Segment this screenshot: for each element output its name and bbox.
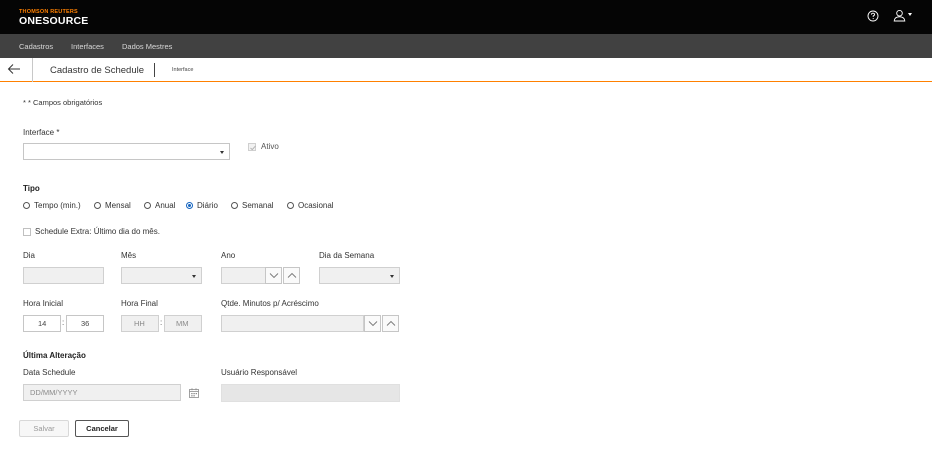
help-circle-icon[interactable]	[867, 10, 879, 22]
radio-ocasional-label: Ocasional	[298, 201, 334, 210]
dia-semana-label: Dia da Semana	[319, 251, 375, 260]
time-separator: :	[62, 318, 65, 327]
brand-product: ONESOURCE	[19, 15, 89, 27]
ultima-alteracao-heading: Última Alteração	[23, 351, 86, 360]
hora-inicial-hh-input[interactable]: 14	[23, 315, 61, 332]
chevron-down-icon	[390, 275, 394, 278]
header-divider	[32, 58, 33, 82]
hora-inicial-mm-value: 36	[81, 319, 90, 328]
data-schedule-label: Data Schedule	[23, 368, 76, 377]
ano-label: Ano	[221, 251, 236, 260]
qtde-minutos-decrement-button[interactable]	[364, 315, 381, 332]
ano-increment-button[interactable]	[283, 267, 300, 284]
qtde-minutos-input[interactable]	[221, 315, 364, 332]
usuario-responsavel-input	[221, 384, 400, 402]
mes-label: Mês	[121, 251, 137, 260]
hora-final-mm-placeholder: MM	[176, 319, 189, 328]
calendar-icon[interactable]	[189, 388, 199, 398]
user-icon[interactable]	[893, 9, 906, 22]
chevron-down-icon	[192, 275, 196, 278]
chevron-up-icon	[386, 320, 396, 326]
menu-item-interfaces[interactable]: Interfaces	[71, 42, 104, 51]
radio-semanal[interactable]	[231, 202, 238, 209]
ativo-checkbox[interactable]	[248, 143, 256, 151]
radio-ocasional[interactable]	[287, 202, 294, 209]
menu-item-cadastros[interactable]: Cadastros	[19, 42, 53, 51]
chevron-down-icon[interactable]	[908, 13, 912, 16]
hora-final-label: Hora Final	[121, 299, 158, 308]
mes-select[interactable]	[121, 267, 202, 284]
interface-label: Interface *	[23, 128, 60, 137]
save-button[interactable]: Salvar	[19, 420, 69, 437]
chevron-down-icon	[269, 273, 279, 279]
schedule-extra-label: Schedule Extra: Último dia do mês.	[35, 227, 160, 236]
tipo-heading: Tipo	[23, 184, 40, 193]
page-title: Cadastro de Schedule	[50, 65, 145, 76]
ano-input[interactable]	[221, 267, 266, 284]
time-separator: :	[160, 318, 163, 327]
radio-mensal-label: Mensal	[105, 201, 131, 210]
qtde-minutos-increment-button[interactable]	[382, 315, 399, 332]
hora-final-hh-placeholder: HH	[134, 319, 145, 328]
hora-final-mm-input[interactable]: MM	[164, 315, 202, 332]
chevron-up-icon	[287, 272, 297, 278]
header-divider	[154, 63, 155, 77]
dia-label: Dia	[23, 251, 36, 260]
hora-inicial-hh-value: 14	[38, 319, 47, 328]
dia-semana-select[interactable]	[319, 267, 400, 284]
radio-anual-label: Anual	[155, 201, 176, 210]
cancel-button[interactable]: Cancelar	[75, 420, 129, 437]
radio-mensal[interactable]	[94, 202, 101, 209]
required-note: * * Campos obrigatórios	[23, 98, 103, 107]
radio-diario[interactable]	[186, 202, 193, 209]
menu-item-dados-mestres[interactable]: Dados Mestres	[122, 42, 172, 51]
back-arrow-icon[interactable]	[7, 63, 21, 75]
chevron-down-icon	[220, 151, 224, 154]
radio-anual[interactable]	[144, 202, 151, 209]
page-header: Cadastro de Schedule Interface	[0, 58, 932, 82]
data-schedule-placeholder: DD/MM/YYYY	[30, 388, 78, 397]
radio-tempo-label: Tempo (min.)	[34, 201, 81, 210]
radio-tempo[interactable]	[23, 202, 30, 209]
menu-bar: Cadastros Interfaces Dados Mestres	[0, 34, 932, 58]
qtde-minutos-label: Qtde. Minutos p/ Acréscimo	[221, 299, 319, 308]
interface-select[interactable]	[23, 143, 230, 160]
page-subtitle: Interface	[172, 67, 194, 73]
dia-input[interactable]	[23, 267, 104, 284]
usuario-responsavel-label: Usuário Responsável	[221, 368, 298, 377]
hora-final-hh-input[interactable]: HH	[121, 315, 159, 332]
ano-decrement-button[interactable]	[265, 267, 282, 284]
ativo-label: Ativo	[261, 142, 279, 151]
radio-diario-label: Diário	[197, 201, 218, 210]
top-bar: THOMSON REUTERS ONESOURCE	[0, 0, 932, 34]
chevron-down-icon	[368, 321, 378, 327]
hora-inicial-label: Hora Inicial	[23, 299, 64, 308]
schedule-extra-checkbox[interactable]	[23, 228, 31, 236]
radio-semanal-label: Semanal	[242, 201, 274, 210]
hora-inicial-mm-input[interactable]: 36	[66, 315, 104, 332]
data-schedule-input[interactable]: DD/MM/YYYY	[23, 384, 181, 401]
